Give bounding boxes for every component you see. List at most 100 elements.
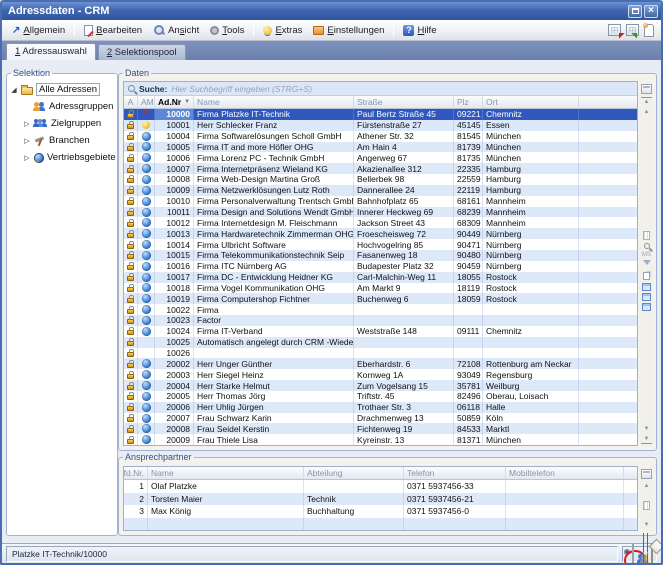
contact-column-header-lfd-nr[interactable]: Lfd.Nr.: [124, 467, 148, 479]
address-row[interactable]: 20009Frau Thiele LisaKyreinstr. 1381371M…: [124, 434, 637, 445]
column-header-am[interactable]: AM: [138, 96, 155, 108]
address-row[interactable]: 20003Herr Siegel HeinzKornweg 1A93049Reg…: [124, 369, 637, 380]
column-header-plz[interactable]: Plz: [454, 96, 483, 108]
address-row[interactable]: 10022Firma: [124, 304, 637, 315]
column-header-ort[interactable]: Ort: [483, 96, 579, 108]
contact-row[interactable]: 1Olaf Platzke0371 5937456-33: [124, 480, 637, 493]
address-row[interactable]: 10014Firma Ulbricht SoftwareHochvogelrin…: [124, 239, 637, 250]
address-row[interactable]: 10006Firma Lorenz PC - Technik GmbHAnger…: [124, 152, 637, 163]
address-row[interactable]: 10010Firma Personalverwaltung Trentsch G…: [124, 196, 637, 207]
address-row[interactable]: 10005Firma IT and more Höfler OHGAm Hain…: [124, 142, 637, 153]
window-icon[interactable]: [643, 534, 644, 565]
address-row[interactable]: 10004Firma Softwarelösungen Scholl GmbHA…: [124, 131, 637, 142]
address-row[interactable]: 10016Firma ITC Nürnberg AGBudapester Pla…: [124, 261, 637, 272]
address-row[interactable]: 10024Firma IT-VerbandWeststraße 14809111…: [124, 326, 637, 337]
address-row[interactable]: 10015Firma Telekommunikationstechnik Sei…: [124, 250, 637, 261]
tab-2-selektionspool[interactable]: 2 Selektionspool: [98, 44, 186, 60]
close-button[interactable]: ×: [644, 5, 658, 18]
grip-icon[interactable]: [643, 501, 650, 510]
filter-icon[interactable]: [643, 260, 651, 269]
address-row[interactable]: 10001Herr Schlecker FranzFürstenstraße 2…: [124, 120, 637, 131]
menu-einstellungen[interactable]: Einstellungen: [308, 24, 389, 37]
column-chooser-icon[interactable]: [641, 469, 652, 479]
layout-3-icon[interactable]: [642, 303, 651, 311]
expander-collapsed[interactable]: ▷: [23, 120, 31, 128]
search-icon[interactable]: [644, 243, 650, 249]
tree-item-vertriebsgebiete[interactable]: ▷Vertriebsgebiete: [10, 149, 116, 166]
scroll-bottom-icon[interactable]: ▼: [641, 435, 652, 444]
scroll-up-icon[interactable]: ▲: [641, 108, 652, 116]
restore-button[interactable]: [628, 5, 642, 18]
contact-row[interactable]: 3Max KönigBuchhaltung0371 5937456-0: [124, 505, 637, 518]
scroll-up-icon[interactable]: ▲: [641, 482, 652, 490]
contact-column-header-mobiltelefon[interactable]: Mobiltelefon: [506, 467, 624, 479]
address-row[interactable]: 10026: [124, 348, 637, 359]
mail-icon[interactable]: [651, 545, 653, 563]
address-row[interactable]: 10009Firma Netzwerklösungen Lutz RothDan…: [124, 185, 637, 196]
column-header-filler[interactable]: [579, 96, 637, 108]
tab-1-adressauswahl[interactable]: 1 Adressauswahl: [6, 43, 96, 60]
menu-ansicht[interactable]: Ansicht: [148, 24, 204, 37]
column-chooser-icon[interactable]: [641, 84, 652, 94]
contacts-grid-header[interactable]: Lfd.Nr.NameAbteilungTelefonMobiltelefon: [124, 467, 637, 480]
tree-item-alle-adressen[interactable]: ◢Alle Adressen: [10, 81, 116, 98]
contact-column-header-telefon[interactable]: Telefon: [404, 467, 506, 479]
address-row[interactable]: 20008Frau Seidel KerstinFichtenweg 19845…: [124, 423, 637, 434]
address-row[interactable]: 10011Firma Design and Solutions Wendt Gm…: [124, 207, 637, 218]
grip-icon[interactable]: [632, 545, 634, 563]
contact-column-header-name[interactable]: Name: [148, 467, 304, 479]
layout-1-icon[interactable]: [642, 283, 651, 291]
city-cell: München: [483, 434, 579, 445]
window2-icon[interactable]: [647, 534, 648, 565]
column-header-a[interactable]: A: [124, 96, 138, 108]
address-row[interactable]: 10025Automatisch angelegt durch CRM -Wie…: [124, 337, 637, 348]
address-row[interactable]: 10018Firma Vogel Kommunikation OHGAm Mar…: [124, 283, 637, 294]
address-row[interactable]: 20004Herr Starke HelmutZum Vogelsang 153…: [124, 380, 637, 391]
address-row[interactable]: 10023Factor: [124, 315, 637, 326]
address-row[interactable]: 20002Herr Unger GüntherEberhardstr. 6721…: [124, 358, 637, 369]
scroll-down-icon[interactable]: ▼: [641, 521, 652, 529]
address-row[interactable]: 10007Firma Internetpräsenz Wieland KGAka…: [124, 163, 637, 174]
am-cell: [138, 413, 155, 424]
address-row[interactable]: 20006Herr Uhlig JürgenTrothaer Str. 3061…: [124, 402, 637, 413]
ms-icon[interactable]: MS: [642, 252, 651, 258]
address-row[interactable]: *10000Firma Platzke IT-TechnikPaul Bertz…: [124, 109, 637, 120]
layout-2-icon[interactable]: [642, 293, 651, 301]
table-export-icon[interactable]: [608, 24, 621, 36]
tree-item-zielgruppen[interactable]: ▷Zielgruppen: [10, 115, 116, 132]
menu-tools[interactable]: Tools: [205, 24, 249, 37]
address-grid-header[interactable]: AAMAd.Nr▼NameStraßePlzOrt: [124, 96, 637, 109]
menu-bearbeiten[interactable]: Bearbeiten: [79, 24, 147, 37]
new-document-icon[interactable]: [644, 24, 654, 37]
table-import-icon[interactable]: [626, 24, 639, 36]
address-row[interactable]: 10008Firma Web-Design Martina GroßBeller…: [124, 174, 637, 185]
address-row[interactable]: 10012Firma Internetdesign M. Fleischmann…: [124, 217, 637, 228]
contact-row[interactable]: [124, 518, 637, 531]
menu-hilfe[interactable]: Hilfe: [398, 24, 441, 37]
copy-icon[interactable]: [643, 272, 650, 280]
expander-expanded[interactable]: ◢: [10, 86, 18, 94]
expander-collapsed[interactable]: ▷: [23, 154, 31, 162]
contact-row[interactable]: 2Torsten MaierTechnik0371 5937456-21: [124, 493, 637, 506]
address-row[interactable]: 10013Firma Hardwaretechnik Zimmerman OHG…: [124, 228, 637, 239]
scroll-top-icon[interactable]: ▲: [641, 97, 652, 106]
contact-column-header-abteilung[interactable]: Abteilung: [304, 467, 404, 479]
address-row[interactable]: 20005Herr Thomas JörgTriftstr. 4582496Ob…: [124, 391, 637, 402]
column-header-ad-nr[interactable]: Ad.Nr▼: [155, 96, 194, 108]
column-header-name[interactable]: Name: [194, 96, 354, 108]
tree-item-branchen[interactable]: ▷Branchen: [10, 132, 116, 149]
scroll-down-icon[interactable]: ▼: [641, 425, 652, 433]
address-row[interactable]: 10019Firma Computershop FichtnerBuchenwe…: [124, 293, 637, 304]
tree-item-adressgruppen[interactable]: Adressgruppen: [10, 98, 116, 115]
grip-icon[interactable]: [643, 231, 650, 240]
column-header-stra-e[interactable]: Straße: [354, 96, 454, 108]
adnr-cell: 10001: [155, 120, 194, 131]
address-row[interactable]: 10017Firma DC - Entwicklung Heidner KGCa…: [124, 272, 637, 283]
filler-cell: [579, 304, 637, 315]
search-input[interactable]: [171, 84, 637, 94]
expander-collapsed[interactable]: ▷: [23, 137, 31, 145]
address-row[interactable]: 20007Frau Schwarz KarinDrachmenweg 13508…: [124, 413, 637, 424]
contact-column-header-filler[interactable]: [624, 467, 637, 479]
menu-extras[interactable]: Extras: [258, 24, 307, 37]
menu-allgemein[interactable]: Allgemein: [7, 24, 70, 37]
